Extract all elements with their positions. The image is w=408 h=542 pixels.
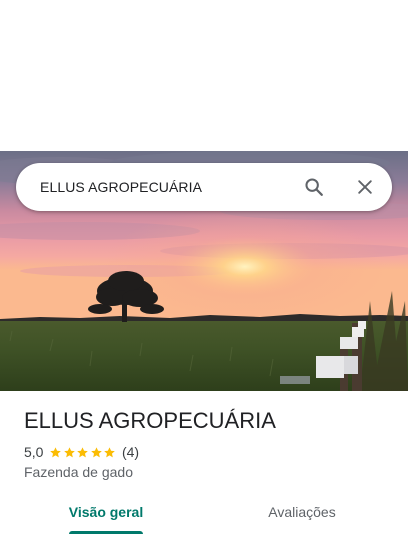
rating-value: 5,0 <box>24 444 44 460</box>
star-icon <box>91 446 102 457</box>
tab-bar: Visão geral Avaliações <box>0 494 408 542</box>
star-icon <box>64 446 75 457</box>
tab-reviews[interactable]: Avaliações <box>256 494 348 534</box>
place-title: ELLUS AGROPECUÁRIA <box>24 408 276 433</box>
rating-stars <box>49 446 117 459</box>
search-input[interactable]: ELLUS AGROPECUÁRIA <box>40 163 202 211</box>
rating-row[interactable]: 5,0 (4) <box>24 443 139 461</box>
review-count[interactable]: (4) <box>122 444 139 460</box>
search-bar[interactable]: ELLUS AGROPECUÁRIA <box>16 163 392 211</box>
active-tab-indicator <box>69 531 143 534</box>
search-icon[interactable] <box>302 175 326 199</box>
star-icon <box>50 446 62 457</box>
star-icon <box>104 446 116 457</box>
place-panel: ELLUS AGROPECUÁRIA ELLUS AGROPECUÁRIA 5,… <box>0 0 408 542</box>
place-category: Fazenda de gado <box>24 464 133 480</box>
star-icon <box>77 446 89 457</box>
close-icon[interactable] <box>353 175 377 199</box>
tab-overview[interactable]: Visão geral <box>66 494 146 534</box>
